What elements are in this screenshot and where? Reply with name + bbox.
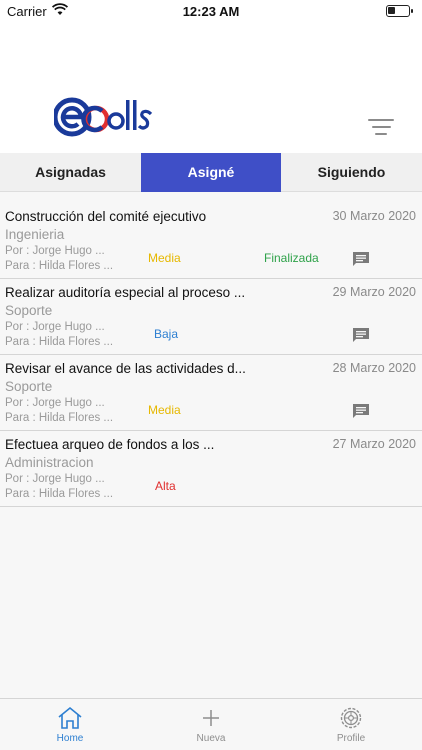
task-title: Efectuea arqueo de fondos a los ... xyxy=(5,437,215,452)
priority-badge: Baja xyxy=(154,327,179,341)
home-icon xyxy=(57,706,83,730)
task-list: Construcción del comité ejecutivo 30 Mar… xyxy=(0,203,422,507)
bottom-tab-bar: Home Nueva Profile xyxy=(0,698,422,750)
gear-icon xyxy=(338,706,364,730)
task-row[interactable]: Realizar auditoría especial al proceso .… xyxy=(0,279,422,355)
task-date: 27 Marzo 2020 xyxy=(332,437,416,451)
filter-button[interactable] xyxy=(368,119,394,139)
ecolls-logo xyxy=(52,94,154,140)
status-bar: Carrier 12:23 AM xyxy=(0,0,422,24)
task-assigned-to: Para : Hilda Flores ... xyxy=(5,336,114,348)
task-date: 30 Marzo 2020 xyxy=(332,209,416,223)
tab-asigne[interactable]: Asigné xyxy=(141,153,281,192)
tabbar-profile[interactable]: Profile xyxy=(281,699,421,750)
task-department: Soporte xyxy=(5,379,53,394)
status-badge: Finalizada xyxy=(264,251,319,265)
task-title: Construcción del comité ejecutivo xyxy=(5,209,207,224)
task-assigned-by: Por : Jorge Hugo ... xyxy=(5,397,105,409)
clock: 12:23 AM xyxy=(182,4,240,19)
comment-icon[interactable] xyxy=(353,328,369,342)
task-department: Soporte xyxy=(5,303,53,318)
priority-badge: Alta xyxy=(155,479,176,493)
tabbar-profile-label: Profile xyxy=(336,733,366,744)
tabbar-nueva[interactable]: Nueva xyxy=(141,699,281,750)
segment-tabs: Asignadas Asigné Siguiendo xyxy=(0,153,422,192)
task-assigned-by: Por : Jorge Hugo ... xyxy=(5,473,105,485)
task-row[interactable]: Efectuea arqueo de fondos a los ... 27 M… xyxy=(0,431,422,507)
task-date: 29 Marzo 2020 xyxy=(332,285,416,299)
tabbar-home-label: Home xyxy=(56,733,84,744)
tabbar-nueva-label: Nueva xyxy=(196,733,226,744)
comment-icon[interactable] xyxy=(353,404,369,418)
task-row[interactable]: Construcción del comité ejecutivo 30 Mar… xyxy=(0,203,422,279)
tab-siguiendo[interactable]: Siguiendo xyxy=(281,153,422,192)
comment-icon[interactable] xyxy=(353,252,369,266)
priority-badge: Media xyxy=(148,251,181,265)
task-title: Realizar auditoría especial al proceso .… xyxy=(5,285,246,300)
priority-badge: Media xyxy=(148,403,181,417)
app-header xyxy=(0,24,422,153)
task-assigned-by: Por : Jorge Hugo ... xyxy=(5,321,105,333)
task-department: Administracion xyxy=(5,455,94,470)
task-assigned-by: Por : Jorge Hugo ... xyxy=(5,245,105,257)
task-assigned-to: Para : Hilda Flores ... xyxy=(5,488,114,500)
task-assigned-to: Para : Hilda Flores ... xyxy=(5,412,114,424)
tab-asignadas[interactable]: Asignadas xyxy=(0,153,141,192)
task-title: Revisar el avance de las actividades d..… xyxy=(5,361,246,376)
battery-icon xyxy=(386,5,413,17)
task-row[interactable]: Revisar el avance de las actividades d..… xyxy=(0,355,422,431)
task-department: Ingenieria xyxy=(5,227,65,242)
tabbar-home[interactable]: Home xyxy=(0,699,140,750)
plus-icon xyxy=(198,706,224,730)
task-date: 28 Marzo 2020 xyxy=(332,361,416,375)
task-assigned-to: Para : Hilda Flores ... xyxy=(5,260,114,272)
